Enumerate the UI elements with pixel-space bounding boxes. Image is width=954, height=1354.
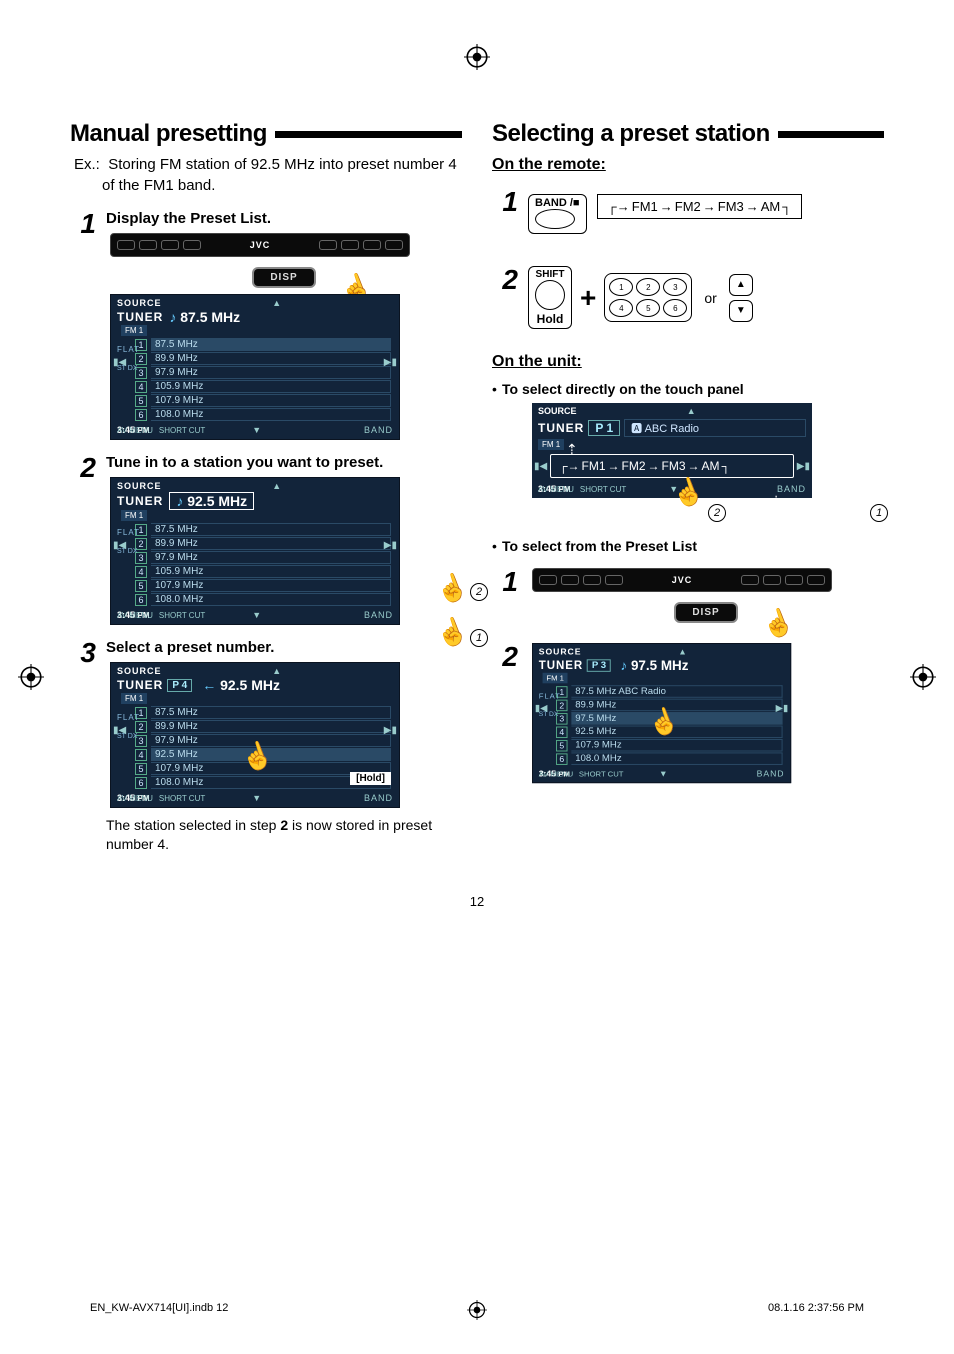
- step-number: 3: [70, 639, 96, 667]
- intro-text: Ex.: Storing FM station of 92.5 MHz into…: [98, 154, 462, 196]
- callout-1: 1: [870, 504, 888, 522]
- left-column: Manual presetting Ex.: Storing FM statio…: [70, 120, 462, 854]
- right-column: Selecting a preset station On the remote…: [492, 120, 884, 854]
- faceplate-illustration: JVC: [532, 568, 832, 592]
- hold-badge: [Hold]: [350, 772, 391, 785]
- step-label: Select a preset number.: [106, 639, 462, 656]
- callout-2: 2: [708, 504, 726, 522]
- registration-mark-icon: [467, 1300, 487, 1320]
- step-3-description: The station selected in step 2 is now st…: [106, 816, 462, 854]
- next-icon: ▶▮: [384, 357, 397, 368]
- hand-icon: ☝: [757, 603, 798, 643]
- tuner-list-screen: SOURCE▲ TUNER P 3 ♪ 97.5 MHz FM 1 FLAT S…: [532, 643, 791, 783]
- unit-step-1: 1 JVC DISP ☝: [492, 568, 884, 629]
- step-number: 1: [70, 210, 96, 238]
- up-arrow-icon: ▲: [272, 298, 282, 308]
- footer-right: 08.1.16 2:37:56 PM: [768, 1302, 864, 1314]
- page-number: 12: [70, 894, 884, 909]
- remote-step-1: 1 BAND /■ ┌→ FM1→ FM2→ FM3→ AM ┐: [492, 188, 884, 252]
- step-3: 3 Select a preset number. SOURCE▲ TUNER …: [70, 639, 462, 854]
- band-chain-touch: ┌→ FM1→ FM2→ FM3→ AM┐: [550, 454, 794, 478]
- callout-2: 2: [470, 583, 488, 601]
- up-down-buttons: ▲ ▼: [729, 274, 753, 322]
- remote-step-2: 2 SHIFT Hold + 123 456 or ▲ ▼: [492, 266, 884, 329]
- faceplate-illustration: JVC: [110, 233, 410, 257]
- step-2: 2 Tune in to a station you want to prese…: [70, 454, 462, 625]
- tuner-screen-2: SOURCE▲ TUNER ♪ 92.5 MHz FM 1 FLAT ST DX…: [110, 477, 400, 625]
- registration-mark-icon: [464, 44, 490, 70]
- band-button-icon: [535, 209, 575, 229]
- on-unit-subhead: On the unit:: [492, 353, 884, 371]
- disp-button: DISP: [252, 267, 315, 288]
- step-number: 2: [70, 454, 96, 482]
- selecting-preset-heading: Selecting a preset station: [492, 120, 884, 148]
- up-icon: ▲: [729, 274, 753, 296]
- from-list-label: •To select from the Preset List: [492, 538, 884, 554]
- jvc-logo: JVC: [250, 240, 271, 250]
- shift-button-icon: [535, 280, 565, 310]
- plus-icon: +: [580, 282, 596, 314]
- step-1: 1 Display the Preset List. JVC DISP ☝ SO…: [70, 210, 462, 440]
- heading-text: Selecting a preset station: [492, 120, 770, 148]
- down-icon: ▼: [729, 300, 753, 322]
- heading-rule: [275, 131, 462, 138]
- numeric-keypad: 123 456: [604, 273, 692, 322]
- manual-presetting-heading: Manual presetting: [70, 120, 462, 148]
- heading-rule: [778, 131, 884, 138]
- step-label: Tune in to a station you want to preset.: [106, 454, 462, 471]
- on-remote-subhead: On the remote:: [492, 156, 884, 174]
- prev-icon: ▮◀: [113, 357, 126, 368]
- registration-mark-icon: [18, 664, 44, 690]
- hand-icon: ☝: [431, 568, 472, 608]
- tuner-screen-1: SOURCE▲ TUNER ♪ 87.5 MHz FM 1 FLAT ST DX…: [110, 294, 400, 440]
- disp-button-illustration: DISP ☝: [528, 602, 884, 623]
- disp-button-illustration: DISP ☝: [106, 267, 462, 288]
- heading-text: Manual presetting: [70, 120, 267, 148]
- callout-1: 1: [470, 629, 488, 647]
- registration-mark-icon: [910, 664, 936, 690]
- band-chain: ┌→ FM1→ FM2→ FM3→ AM ┐: [597, 194, 803, 219]
- footer-left: EN_KW-AVX714[UI].indb 12: [90, 1302, 228, 1314]
- footer: EN_KW-AVX714[UI].indb 12 08.1.16 2:37:56…: [90, 1302, 864, 1314]
- step-label: Display the Preset List.: [106, 210, 462, 227]
- hand-icon: ☝: [668, 472, 709, 512]
- unit-step-2: 2 SOURCE▲ TUNER P 3 ♪ 97.5 MHz FM 1 FLAT…: [492, 643, 884, 789]
- direct-select-label: •To select directly on the touch panel: [492, 381, 884, 397]
- down-arrow-icon: ▼: [252, 425, 261, 435]
- tuner-screen-3: SOURCE▲ TUNER P 4 ← 92.5 MHz FM 1 FLAT S…: [110, 662, 400, 808]
- tuner-touch-screen: SOURCE▲ TUNER P 1 🅰 ABC Radio FM 1 ⇡ ▮◀ …: [532, 403, 812, 498]
